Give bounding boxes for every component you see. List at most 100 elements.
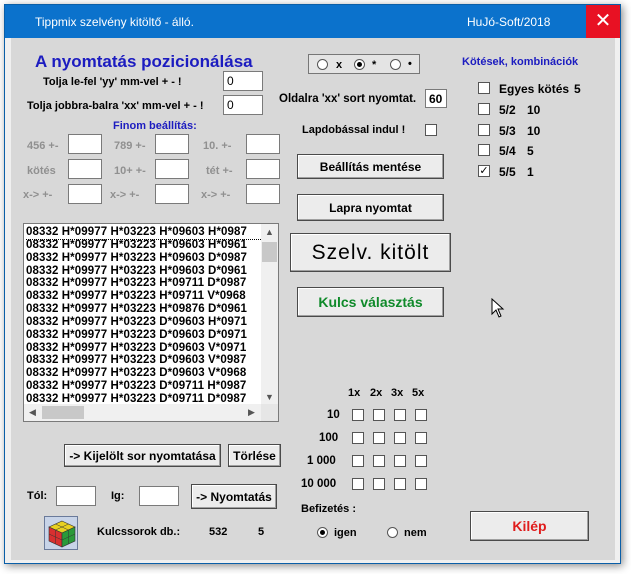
delete-button[interactable]: Törlése [228, 444, 281, 467]
stake-checkbox[interactable] [373, 478, 385, 490]
mode-radio-star[interactable] [354, 59, 365, 70]
save-settings-button[interactable]: Beállítás mentése [297, 154, 444, 179]
stake-checkbox[interactable] [394, 478, 406, 490]
exit-button[interactable]: Kilép [470, 511, 589, 541]
check-mark-icon: ✓ [479, 165, 489, 177]
combo-count-5-4: 5 [527, 144, 534, 158]
mode-radio-x[interactable] [317, 59, 328, 70]
list-item[interactable]: 08332 H*09977 H*03223 D*09711 D*0987 [26, 393, 264, 404]
print-page-button[interactable]: Lapra nyomtat [297, 194, 444, 221]
stake-checkbox[interactable] [352, 478, 364, 490]
payment-radio-no[interactable] [387, 527, 398, 538]
scroll-up-icon[interactable]: ▲ [261, 224, 278, 241]
scroll-left-icon[interactable]: ◀ [24, 404, 41, 421]
mode-radio-group: x * • [308, 54, 420, 74]
stake-col-1x: 1x [348, 387, 361, 399]
horizontal-offset-input[interactable] [223, 95, 263, 115]
list-item[interactable]: 08332 H*09977 H*03223 H*09711 D*0987 [26, 277, 264, 290]
vertical-offset-input[interactable] [223, 71, 263, 91]
rubik-cube-icon[interactable] [44, 516, 78, 550]
fine-input-10plus[interactable] [155, 159, 189, 179]
key-rows-count-value: 532 [209, 526, 228, 538]
mode-radio-dot[interactable] [390, 59, 401, 70]
list-item[interactable]: 08332 H*09977 H*03223 D*09603 V*0968 [26, 367, 264, 380]
fine-input-10[interactable] [246, 134, 280, 154]
fine-tuning-title: Finom beállítás: [113, 120, 197, 132]
scroll-right-icon[interactable]: ▶ [243, 404, 260, 421]
key-select-button[interactable]: Kulcs választás [297, 287, 444, 317]
fine-input-456[interactable] [68, 134, 102, 154]
stake-checkbox[interactable] [394, 432, 406, 444]
client-area: A nyomtatás pozicionálása Tolja le-fel '… [11, 38, 615, 560]
list-item[interactable]: 08332 H*09977 H*03223 H*09603 H*0961 [26, 239, 264, 252]
fine-input-789[interactable] [155, 134, 189, 154]
list-item[interactable]: 08332 H*09977 H*03223 H*09603 H*0987 [26, 226, 264, 240]
combo-label-5-5: 5/5 [499, 165, 516, 179]
fine-input-x2[interactable] [155, 184, 189, 204]
fine-input-tet[interactable] [246, 159, 280, 179]
fine-label-x3: x-> +- [201, 189, 231, 201]
rows-per-page-input[interactable] [425, 89, 447, 108]
stake-row-10000: 10 000 [301, 478, 337, 490]
stake-checkbox[interactable] [373, 409, 385, 421]
to-label: Ig: [111, 490, 125, 502]
mode-label-star: * [372, 59, 377, 71]
payment-radio-yes[interactable] [317, 527, 328, 538]
combo-checkbox-5-3[interactable] [478, 124, 490, 136]
from-input[interactable] [56, 486, 96, 506]
vertical-scrollbar[interactable]: ▲ ▼ [261, 224, 278, 406]
list-item[interactable]: 08332 H*09977 H*03223 H*09876 D*0961 [26, 303, 264, 316]
list-item[interactable]: 08332 H*09977 H*03223 H*09711 V*0968 [26, 290, 264, 303]
print-selected-row-button[interactable]: -> Kijelölt sor nyomtatása [64, 444, 221, 467]
stake-checkbox[interactable] [352, 409, 364, 421]
list-item[interactable]: 08332 H*09977 H*03223 H*09603 D*0987 [26, 252, 264, 265]
key-rows-count-label: Kulcssorok db.: [97, 526, 181, 538]
combo-checkbox-5-4[interactable] [478, 144, 490, 156]
horizontal-scrollbar[interactable]: ◀ ▶ [24, 404, 278, 421]
vertical-scroll-thumb[interactable] [262, 242, 277, 262]
combo-checkbox-single[interactable] [478, 82, 490, 94]
stake-checkbox[interactable] [415, 455, 427, 467]
title-bar[interactable]: Tippmix szelvény kitöltő - álló. HuJó-So… [5, 5, 620, 38]
stake-checkbox[interactable] [352, 432, 364, 444]
lapdob-label: Lapdobással indul ! [302, 124, 406, 136]
fill-ticket-button[interactable]: Szelv. kitölt [290, 233, 451, 272]
stake-row-10: 10 [327, 409, 340, 421]
payment-label: Befizetés : [301, 503, 357, 515]
lapdob-checkbox[interactable] [425, 124, 437, 136]
fine-label-x2: x-> +- [110, 189, 140, 201]
list-item[interactable]: 08332 H*09977 H*03223 H*09603 D*0961 [26, 265, 264, 278]
stake-checkbox[interactable] [394, 455, 406, 467]
stake-checkbox[interactable] [373, 455, 385, 467]
stake-checkbox[interactable] [352, 455, 364, 467]
stake-col-3x: 3x [391, 387, 404, 399]
list-item[interactable]: 08332 H*09977 H*03223 D*09603 V*0971 [26, 342, 264, 355]
stake-checkbox[interactable] [415, 432, 427, 444]
combo-count-single: 5 [574, 82, 581, 96]
stake-col-2x: 2x [370, 387, 383, 399]
fine-input-x3[interactable] [246, 184, 280, 204]
combo-checkbox-5-5[interactable]: ✓ [478, 165, 490, 177]
fine-label-kotes: kötés [27, 165, 56, 177]
to-input[interactable] [139, 486, 179, 506]
combo-count-5-5: 1 [527, 165, 534, 179]
combo-checkbox-5-2[interactable] [478, 103, 490, 115]
print-button[interactable]: -> Nyomtatás [191, 484, 277, 509]
list-item[interactable]: 08332 H*09977 H*03223 D*09603 V*0987 [26, 354, 264, 367]
fine-label-x1: x-> +- [23, 189, 53, 201]
close-icon[interactable]: ✕ [586, 5, 620, 38]
stake-checkbox[interactable] [394, 409, 406, 421]
list-item[interactable]: 08332 H*09977 H*03223 D*09711 H*0987 [26, 380, 264, 393]
stake-checkbox[interactable] [415, 478, 427, 490]
key-rows-listbox[interactable]: 08332 H*09977 H*03223 H*09603 H*0987 0833… [23, 223, 279, 422]
combo-count-5-2: 10 [527, 103, 541, 117]
fine-input-kotes[interactable] [68, 159, 102, 179]
list-item[interactable]: 08332 H*09977 H*03223 D*09603 D*0971 [26, 329, 264, 342]
vertical-offset-label: Tolja le-fel 'yy' mm-vel + - ! [43, 76, 182, 88]
combo-label-5-3: 5/3 [499, 124, 516, 138]
stake-checkbox[interactable] [415, 409, 427, 421]
horizontal-scroll-thumb[interactable] [42, 406, 84, 419]
stake-checkbox[interactable] [373, 432, 385, 444]
list-item[interactable]: 08332 H*09977 H*03223 D*09603 H*0971 [26, 316, 264, 329]
fine-input-x1[interactable] [68, 184, 102, 204]
